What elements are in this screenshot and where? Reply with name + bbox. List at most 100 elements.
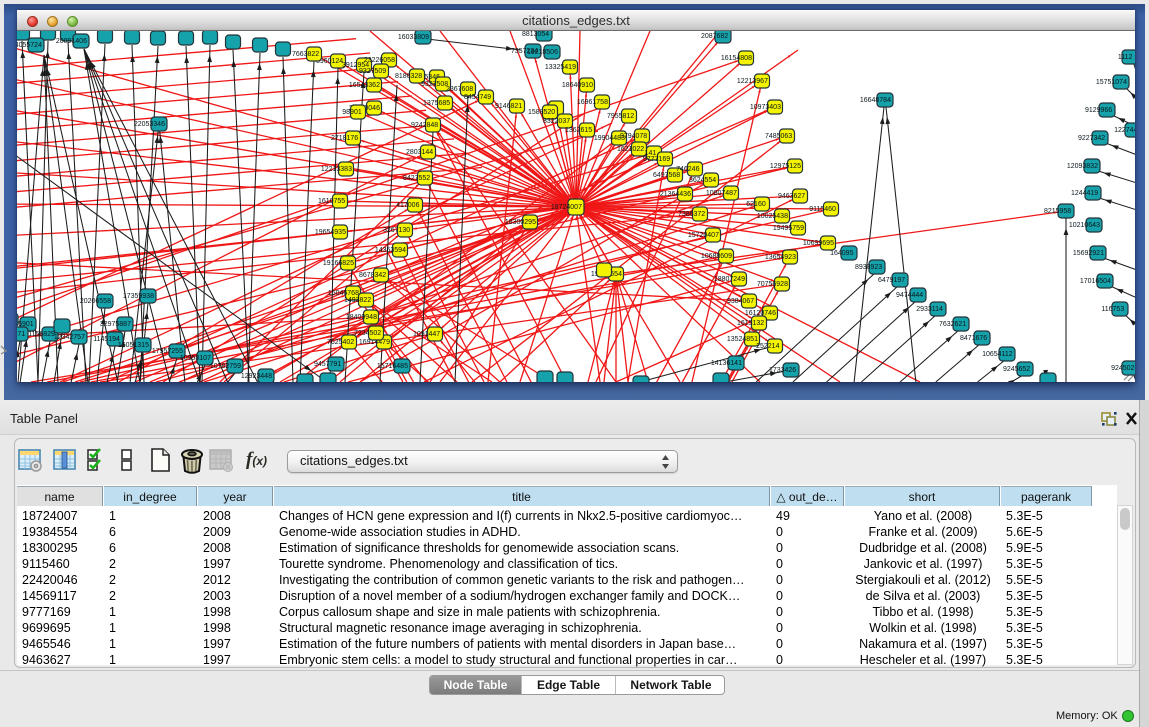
svg-text:7234502: 7234502 [354, 330, 381, 337]
svg-text:1362615: 1362615 [565, 127, 592, 134]
svg-text:14353594: 14353594 [375, 247, 406, 254]
svg-text:10973403: 10973403 [750, 104, 781, 111]
svg-text:18807249: 18807249 [714, 276, 745, 283]
svg-text:8322037: 8322037 [543, 118, 570, 125]
svg-text:9463627: 9463627 [778, 193, 805, 200]
svg-text:20206558: 20206558 [80, 298, 111, 305]
svg-text:15716485: 15716485 [377, 363, 408, 370]
svg-text:14136141: 14136141 [711, 360, 742, 367]
svg-text:15720407: 15720407 [688, 232, 719, 239]
svg-text:1493822: 1493822 [344, 297, 371, 304]
svg-text:1621022: 1621022 [617, 146, 644, 153]
svg-text:18409948: 18409948 [346, 314, 377, 321]
svg-text:6479197: 6479197 [878, 277, 905, 284]
svg-text:10688609: 10688609 [701, 253, 732, 260]
svg-text:18300295: 18300295 [505, 219, 536, 226]
svg-text:1145194: 1145194 [93, 336, 120, 343]
svg-text:1375685: 1375685 [423, 100, 450, 107]
svg-text:22053346: 22053346 [134, 121, 165, 128]
svg-text:2933114: 2933114 [916, 306, 943, 313]
svg-text:3624554: 3624554 [689, 177, 716, 184]
svg-text:12923448: 12923448 [241, 373, 272, 380]
svg-text:1091447: 1091447 [413, 331, 440, 338]
svg-text:7632621: 7632621 [939, 321, 966, 328]
svg-text:1244419: 1244419 [1071, 190, 1098, 197]
svg-text:19654935: 19654935 [315, 229, 346, 236]
svg-text:15751074: 15751074 [1096, 79, 1127, 86]
svg-text:746246: 746246 [676, 166, 699, 173]
svg-text:10210643: 10210643 [1069, 222, 1100, 229]
svg-text:9245652: 9245652 [1003, 366, 1030, 373]
svg-text:8186328: 8186328 [395, 73, 422, 80]
svg-text:17359938: 17359938 [123, 293, 154, 300]
svg-text:13654923: 13654923 [765, 254, 796, 261]
svg-text:98901: 98901 [342, 109, 362, 116]
svg-text:16154808: 16154808 [721, 55, 752, 62]
svg-text:8938923: 8938923 [855, 264, 882, 271]
svg-text:116753: 116753 [1101, 306, 1124, 313]
svg-text:7625402: 7625402 [327, 339, 354, 346]
svg-text:16961758: 16961758 [577, 99, 608, 106]
svg-text:6497568: 6497568 [653, 172, 680, 179]
svg-text:9115460: 9115460 [809, 206, 836, 213]
svg-text:9777169: 9777169 [643, 156, 670, 163]
svg-text:8454749: 8454749 [464, 94, 491, 101]
svg-text:3267130: 3267130 [383, 227, 410, 234]
svg-text:1156829: 1156829 [28, 331, 55, 338]
svg-text:12213967: 12213967 [737, 78, 768, 85]
svg-text:9227342: 9227342 [1078, 135, 1105, 142]
svg-text:2087682: 2087682 [701, 33, 728, 40]
svg-text:23226058: 23226058 [364, 57, 395, 64]
svg-text:9327509: 9327509 [359, 68, 386, 75]
svg-text:7485063: 7485063 [765, 133, 792, 140]
svg-text:20091406: 20091406 [56, 38, 87, 45]
svg-text:8471676: 8471676 [960, 335, 987, 342]
svg-text:9327508: 9327508 [421, 81, 448, 88]
svg-text:10807487: 10807487 [706, 190, 737, 197]
svg-text:1733426: 1733426 [769, 367, 796, 374]
svg-text:9794078: 9794078 [620, 133, 647, 140]
svg-text:1588520: 1588520 [528, 109, 555, 116]
svg-text:8813054: 8813054 [522, 31, 549, 38]
svg-text:16033809: 16033809 [398, 34, 429, 41]
svg-text:13325419: 13325419 [545, 64, 576, 71]
svg-text:10782759: 10782759 [210, 363, 241, 370]
svg-text:164095: 164095 [830, 250, 853, 257]
svg-text:8678342: 8678342 [359, 272, 386, 279]
svg-text:12213383: 12213383 [321, 166, 352, 173]
svg-text:10654112: 10654112 [982, 351, 1013, 358]
svg-text:18640910: 18640910 [562, 82, 593, 89]
svg-text:9146821: 9146821 [495, 103, 522, 110]
svg-text:12342757: 12342757 [54, 334, 85, 341]
svg-text:10025438: 10025438 [757, 213, 788, 220]
svg-text:1615132: 1615132 [737, 320, 764, 327]
svg-text:7386372: 7386372 [678, 211, 705, 218]
svg-text:62160: 62160 [746, 201, 766, 208]
svg-text:12093832: 12093832 [1067, 163, 1098, 170]
svg-text:21364436: 21364436 [660, 191, 691, 198]
svg-text:9384067: 9384067 [727, 298, 754, 305]
svg-text:10699695: 10699695 [803, 240, 834, 247]
svg-text:17016504: 17016504 [1080, 278, 1111, 285]
svg-text:1112: 1112 [1118, 54, 1133, 61]
svg-text:8215958: 8215958 [1044, 208, 1071, 215]
svg-text:16648784: 16648784 [860, 97, 891, 104]
svg-text:3915171: 3915171 [17, 331, 25, 338]
svg-text:1610755: 1610755 [318, 198, 345, 205]
svg-text:14055724: 14055724 [17, 42, 42, 49]
svg-text:17957255: 17957255 [152, 348, 183, 355]
svg-text:13524851: 13524851 [727, 336, 758, 343]
svg-text:2718176: 2718176 [331, 135, 358, 142]
svg-text:7955812: 7955812 [607, 113, 634, 120]
svg-text:19218506: 19218506 [527, 49, 558, 56]
svg-text:7663822: 7663822 [292, 51, 319, 58]
svg-text:15692921: 15692921 [1073, 250, 1104, 257]
svg-text:2803144: 2803144 [406, 149, 433, 156]
svg-text:417006: 417006 [396, 202, 419, 209]
svg-text:9457791: 9457791 [314, 361, 341, 368]
svg-text:70756928: 70756928 [757, 281, 788, 288]
svg-text:32975887: 32975887 [100, 321, 131, 328]
svg-text:15051315: 15051315 [118, 342, 149, 349]
svg-text:19495759: 19495759 [773, 225, 804, 232]
svg-text:16543362: 16543362 [349, 82, 380, 89]
